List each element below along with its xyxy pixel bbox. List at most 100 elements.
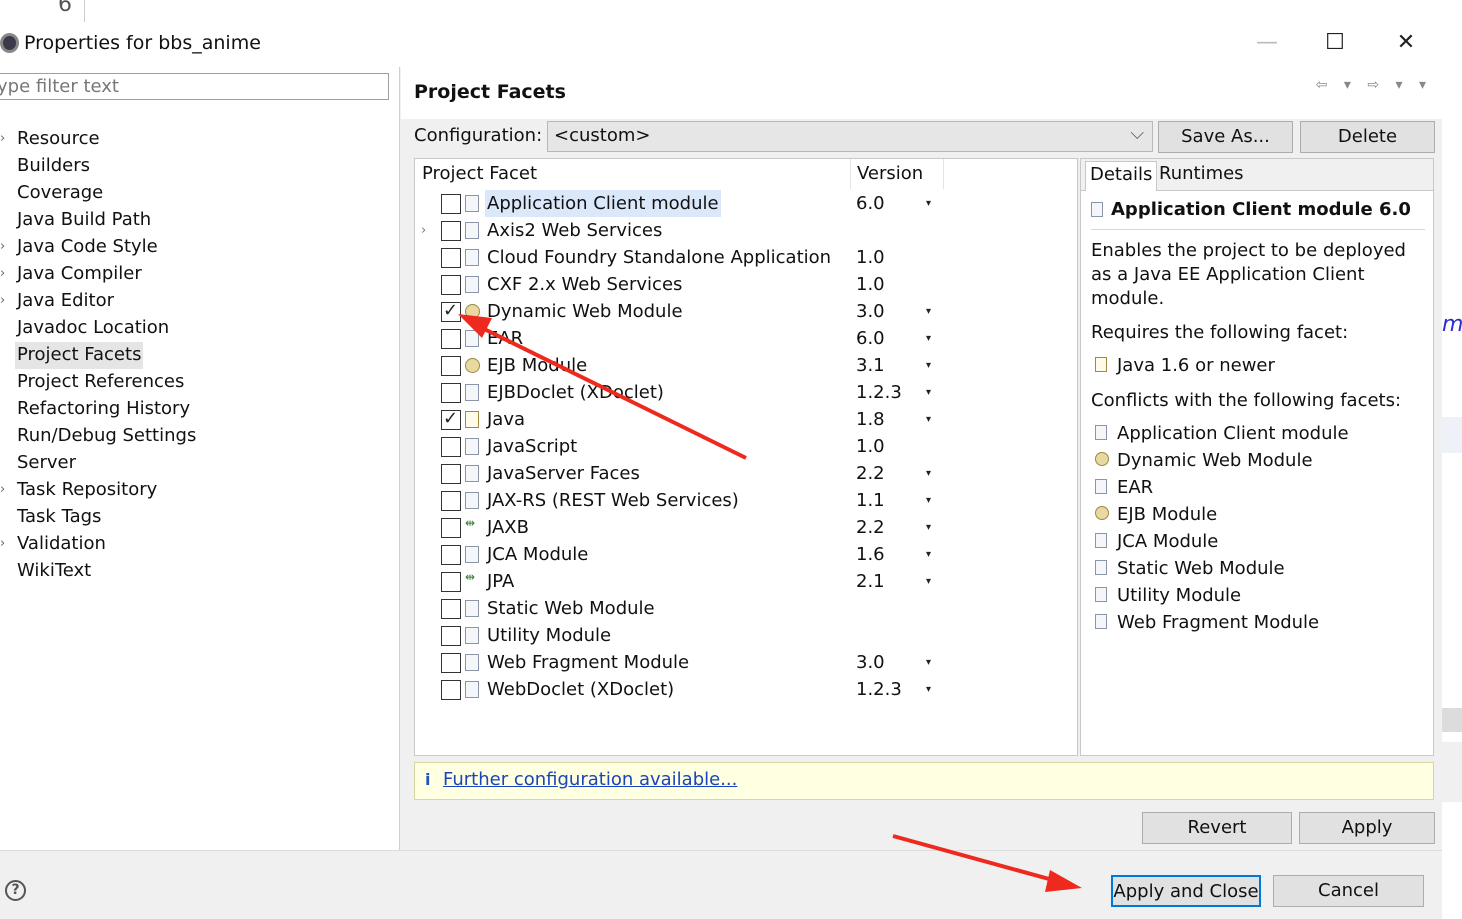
tree-item-java-editor[interactable]: Java Editor xyxy=(15,288,116,315)
facet-name[interactable]: JavaServer Faces xyxy=(485,460,642,487)
expand-arrow-icon[interactable]: › xyxy=(0,531,5,557)
facet-version[interactable]: 1.2.3 xyxy=(856,379,902,406)
facet-checkbox[interactable] xyxy=(441,680,461,700)
facet-checkbox[interactable] xyxy=(441,626,461,646)
delete-button[interactable]: Delete xyxy=(1300,121,1435,153)
facet-name[interactable]: JAXB xyxy=(485,514,531,541)
version-dropdown-icon[interactable]: ▾ xyxy=(926,406,931,433)
version-dropdown-icon[interactable]: ▾ xyxy=(926,649,931,676)
facet-name[interactable]: Static Web Module xyxy=(485,595,657,622)
save-as-button[interactable]: Save As... xyxy=(1158,121,1293,153)
configuration-select[interactable]: <custom> ⌵ xyxy=(547,121,1153,152)
tree-item-run-debug-settings[interactable]: Run/Debug Settings xyxy=(15,423,198,450)
facet-checkbox[interactable] xyxy=(441,221,461,241)
back-forward-icons[interactable]: ⇦ ▾ ⇨ ▾ ▾ xyxy=(1316,77,1432,93)
version-dropdown-icon[interactable]: ▾ xyxy=(926,514,931,541)
facet-row[interactable]: CXF 2.x Web Services 1.0 xyxy=(415,271,1077,298)
facet-name[interactable]: WebDoclet (XDoclet) xyxy=(485,676,676,703)
facet-row[interactable]: ⇹ JPA 2.1 ▾ xyxy=(415,568,1077,595)
facet-checkbox[interactable] xyxy=(441,194,461,214)
facet-name[interactable]: Utility Module xyxy=(485,622,613,649)
facet-name[interactable]: JPA xyxy=(485,568,516,595)
facet-name[interactable]: JAX-RS (REST Web Services) xyxy=(485,487,741,514)
tree-item-task-tags[interactable]: Task Tags xyxy=(15,504,103,531)
facet-name[interactable]: Cloud Foundry Standalone Application xyxy=(485,244,833,271)
column-header-facet[interactable]: Project Facet xyxy=(422,163,537,184)
tree-item-refactoring-history[interactable]: Refactoring History xyxy=(15,396,192,423)
facet-name[interactable]: CXF 2.x Web Services xyxy=(485,271,684,298)
facet-name[interactable]: Dynamic Web Module xyxy=(485,298,685,325)
version-dropdown-icon[interactable]: ▾ xyxy=(926,352,931,379)
tree-item-wikitext[interactable]: WikiText xyxy=(15,558,93,585)
tab-details[interactable]: Details xyxy=(1085,161,1158,191)
facet-version[interactable]: 3.1 xyxy=(856,352,885,379)
minimize-button[interactable]: — xyxy=(1244,30,1290,58)
facet-checkbox[interactable] xyxy=(441,383,461,403)
expand-arrow-icon[interactable]: › xyxy=(0,126,5,152)
facet-row[interactable]: Java 1.8 ▾ xyxy=(415,406,1077,433)
facet-version[interactable]: 2.2 xyxy=(856,460,885,487)
facet-version[interactable]: 2.2 xyxy=(856,514,885,541)
facet-checkbox[interactable] xyxy=(441,300,461,322)
facet-checkbox[interactable] xyxy=(441,653,461,673)
version-dropdown-icon[interactable]: ▾ xyxy=(926,541,931,568)
facet-name[interactable]: JCA Module xyxy=(485,541,590,568)
tree-item-java-code-style[interactable]: Java Code Style xyxy=(15,234,160,261)
facet-version[interactable]: 1.8 xyxy=(856,406,885,433)
facet-row[interactable]: EAR 6.0 ▾ xyxy=(415,325,1077,352)
facet-checkbox[interactable] xyxy=(441,599,461,619)
tab-runtimes[interactable]: Runtimes xyxy=(1155,161,1248,191)
filter-input[interactable]: ype filter text xyxy=(0,73,389,100)
facet-checkbox[interactable] xyxy=(441,464,461,484)
dialog-titlebar[interactable]: Properties for bbs_anime — ☐ ✕ xyxy=(0,22,1442,67)
facet-version[interactable]: 6.0 xyxy=(856,325,885,352)
revert-button[interactable]: Revert xyxy=(1142,812,1292,844)
facet-version[interactable]: 1.2.3 xyxy=(856,676,902,703)
facet-row[interactable]: Cloud Foundry Standalone Application 1.0 xyxy=(415,244,1077,271)
tree-item-server[interactable]: Server xyxy=(15,450,78,477)
facet-version[interactable]: 1.1 xyxy=(856,487,885,514)
facet-row[interactable]: Application Client module 6.0 ▾ xyxy=(415,190,1077,217)
facet-name[interactable]: Web Fragment Module xyxy=(485,649,691,676)
expand-arrow-icon[interactable]: › xyxy=(0,288,5,314)
facet-row[interactable]: JavaScript 1.0 xyxy=(415,433,1077,460)
facet-row[interactable]: JavaServer Faces 2.2 ▾ xyxy=(415,460,1077,487)
facet-row[interactable]: WebDoclet (XDoclet) 1.2.3 ▾ xyxy=(415,676,1077,703)
column-header-version[interactable]: Version xyxy=(857,163,923,184)
expand-arrow-icon[interactable]: › xyxy=(0,477,5,503)
facet-name[interactable]: Axis2 Web Services xyxy=(485,217,664,244)
help-icon[interactable]: ? xyxy=(5,880,26,901)
expand-arrow-icon[interactable]: › xyxy=(421,217,426,244)
version-dropdown-icon[interactable]: ▾ xyxy=(926,487,931,514)
version-dropdown-icon[interactable]: ▾ xyxy=(926,676,931,703)
tree-item-resource[interactable]: Resource xyxy=(15,126,102,153)
tree-item-project-references[interactable]: Project References xyxy=(15,369,186,396)
facet-checkbox[interactable] xyxy=(441,545,461,565)
tree-item-coverage[interactable]: Coverage xyxy=(15,180,105,207)
facet-name[interactable]: EAR xyxy=(485,325,525,352)
facet-version[interactable]: 2.1 xyxy=(856,568,885,595)
facet-checkbox[interactable] xyxy=(441,437,461,457)
facet-row[interactable]: JAX-RS (REST Web Services) 1.1 ▾ xyxy=(415,487,1077,514)
expand-arrow-icon[interactable]: › xyxy=(0,234,5,260)
facet-version[interactable]: 1.0 xyxy=(856,433,885,460)
tree-item-builders[interactable]: Builders xyxy=(15,153,92,180)
facet-name[interactable]: JavaScript xyxy=(485,433,579,460)
facet-checkbox[interactable] xyxy=(441,248,461,268)
facet-version[interactable]: 6.0 xyxy=(856,190,885,217)
tree-item-java-compiler[interactable]: Java Compiler xyxy=(15,261,144,288)
version-dropdown-icon[interactable]: ▾ xyxy=(926,190,931,217)
tree-item-validation[interactable]: Validation xyxy=(15,531,108,558)
facet-name[interactable]: Application Client module xyxy=(485,190,721,217)
facet-version[interactable]: 1.0 xyxy=(856,271,885,298)
apply-and-close-button[interactable]: Apply and Close xyxy=(1111,875,1261,907)
version-dropdown-icon[interactable]: ▾ xyxy=(926,379,931,406)
expand-arrow-icon[interactable]: › xyxy=(0,261,5,287)
facet-version[interactable]: 1.0 xyxy=(856,244,885,271)
facet-checkbox[interactable] xyxy=(441,275,461,295)
facet-row[interactable]: EJBDoclet (XDoclet) 1.2.3 ▾ xyxy=(415,379,1077,406)
facet-row[interactable]: ⇹ JAXB 2.2 ▾ xyxy=(415,514,1077,541)
version-dropdown-icon[interactable]: ▾ xyxy=(926,325,931,352)
facet-checkbox[interactable] xyxy=(441,518,461,538)
facet-row[interactable]: Static Web Module xyxy=(415,595,1077,622)
